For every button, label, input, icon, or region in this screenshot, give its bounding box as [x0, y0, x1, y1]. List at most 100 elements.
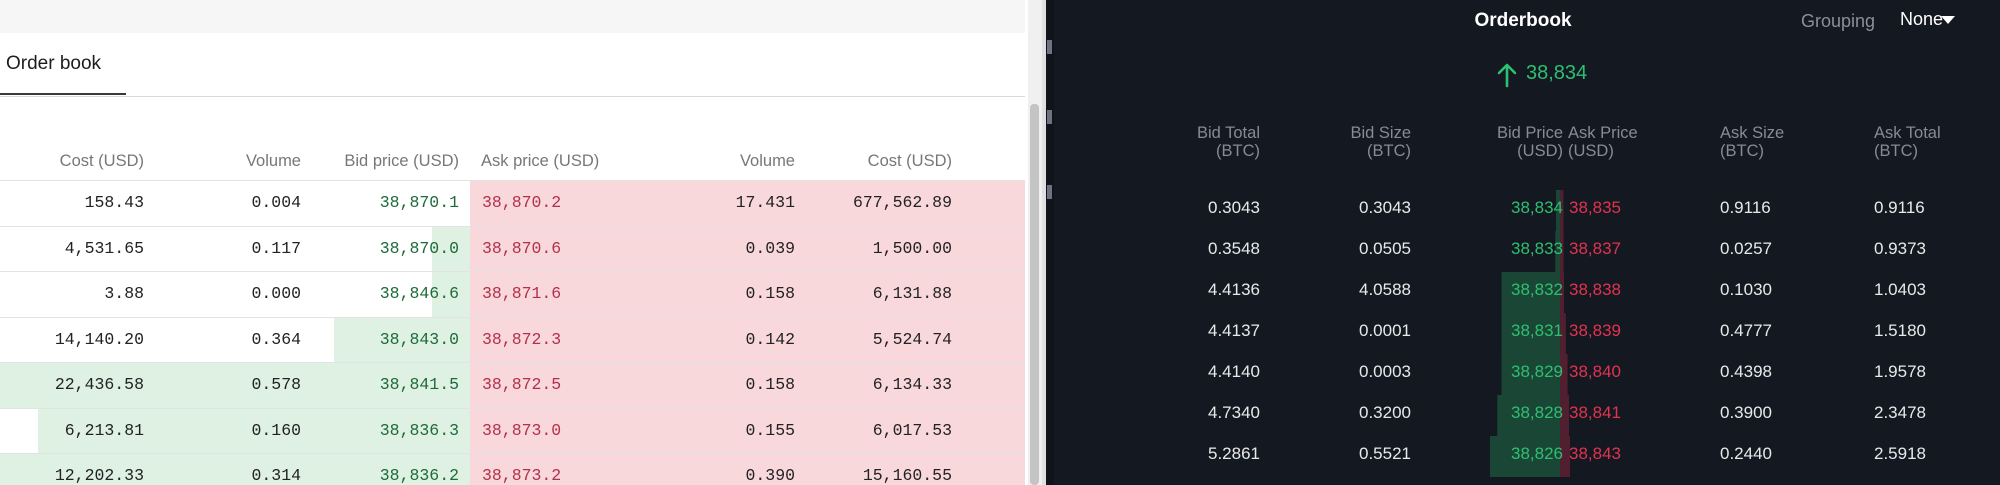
table-row[interactable]: 12,202.33 0.314 38,836.2 38,873.2 0.390 15,16… [0, 453, 1025, 485]
header-bid-price: Bid price (USD) [344, 152, 459, 170]
bid-cost-cell: 3.88 [104, 284, 144, 303]
ask-volume-cell: 0.158 [745, 375, 795, 394]
bid-volume-cell: 0.314 [251, 466, 301, 485]
bid-size-cell: 0.3200 [1359, 403, 1411, 422]
bid-price-cell-dark: 38,826 [1511, 444, 1563, 463]
bid-size-cell: 0.5521 [1359, 444, 1411, 463]
tab-order-book[interactable]: Order book [6, 53, 101, 75]
bid-volume-cell: 0.000 [251, 284, 301, 303]
ask-price-cell: 38,870.2 [482, 193, 562, 212]
ask-volume-cell: 0.158 [745, 284, 795, 303]
header-bid-volume: Volume [245, 152, 301, 170]
ask-price-cell: 38,871.6 [482, 284, 562, 303]
ask-size-cell: 0.3900 [1720, 403, 1772, 422]
bid-total-cell: 4.4136 [1208, 280, 1260, 299]
bid-cost-cell: 14,140.20 [54, 329, 144, 349]
bid-price-cell-dark: 38,829 [1511, 362, 1563, 381]
table-row[interactable]: 14,140.20 0.364 38,843.0 38,872.3 0.142 5,524… [0, 316, 1025, 363]
ask-size-cell: 0.4398 [1720, 362, 1772, 381]
header-bid-cost: Cost (USD) [59, 152, 144, 170]
bid-price-cell: 38,836.2 [379, 466, 459, 485]
ask-price-cell: 38,870.6 [482, 238, 562, 258]
bid-price-cell: 38,846.6 [379, 284, 459, 303]
bid-total-cell: 0.3548 [1208, 239, 1260, 258]
bid-total-cell: 4.4137 [1208, 321, 1260, 340]
tab-bar: Order book [0, 33, 1025, 97]
ask-price-cell-dark: 38,839 [1569, 321, 1621, 340]
ask-price-cell-dark: 38,835 [1569, 198, 1621, 217]
ask-cost-cell: 6,131.88 [872, 284, 952, 303]
chevron-down-icon[interactable] [1941, 16, 1955, 24]
bid-price-cell: 38,836.3 [379, 420, 459, 440]
ask-price-cell-dark: 38,840 [1569, 362, 1621, 381]
bid-cost-cell: 6,213.81 [64, 420, 144, 440]
bid-cost-cell: 12,202.33 [54, 466, 144, 485]
header-bid-size: Bid Size (BTC) [1350, 124, 1411, 160]
ask-volume-cell: 17.431 [735, 193, 795, 212]
ask-cost-cell: 5,524.74 [872, 329, 952, 349]
ask-total-cell: 1.0403 [1874, 280, 1926, 299]
header-ask-price-dark: Ask Price (USD) [1568, 124, 1638, 160]
header-ask-total: Ask Total (BTC) [1874, 124, 1941, 160]
ask-price-cell: 38,872.3 [482, 329, 562, 349]
bid-price-cell-dark: 38,828 [1511, 403, 1563, 422]
ask-total-cell: 1.9578 [1874, 362, 1926, 381]
bid-price-cell-dark: 38,831 [1511, 321, 1563, 340]
order-book-panel-dark: Orderbook Grouping None 38,834 Bid Total… [1046, 0, 2000, 485]
bid-price-cell: 38,841.5 [379, 375, 459, 394]
arrow-up-icon [1497, 63, 1517, 88]
ask-cost-cell: 677,562.89 [852, 193, 952, 212]
ask-cost-cell: 1,500.00 [872, 238, 952, 258]
bid-price-cell-dark: 38,833 [1511, 239, 1563, 258]
ask-volume-cell: 0.142 [745, 329, 795, 349]
ask-price-cell-dark: 38,837 [1569, 239, 1621, 258]
bid-cost-cell: 4,531.65 [64, 238, 144, 258]
ask-total-cell: 0.9373 [1874, 239, 1926, 258]
ask-price-cell: 38,872.5 [482, 375, 562, 394]
ask-volume-cell: 0.155 [745, 420, 795, 440]
table-row[interactable]: 158.43 0.004 38,870.1 38,870.2 17.431 677,562… [0, 180, 1025, 226]
bid-volume-cell: 0.364 [251, 329, 301, 349]
ask-size-cell: 0.0257 [1720, 239, 1772, 258]
order-book-panel-light: Order book Cost (USD) Volume Bid price (… [0, 0, 1025, 485]
header-bid-total: Bid Total (BTC) [1197, 124, 1260, 160]
scrollbar-thumb[interactable] [1030, 104, 1039, 485]
bid-size-cell: 0.0505 [1359, 239, 1411, 258]
ask-cost-cell: 15,160.55 [862, 466, 952, 485]
ask-volume-cell: 0.390 [745, 466, 795, 485]
bid-volume-cell: 0.117 [251, 238, 301, 258]
last-price: 38,834 [1526, 62, 1588, 84]
grouping-select[interactable]: None [1900, 9, 1943, 30]
ask-cost-cell: 6,134.33 [872, 375, 952, 394]
edge-marker [1047, 40, 1052, 54]
bid-price-cell: 38,870.1 [379, 193, 459, 212]
bid-total-cell: 4.7340 [1208, 403, 1260, 422]
table-row[interactable]: 6,213.81 0.160 38,836.3 38,873.0 0.155 6,017.… [0, 407, 1025, 454]
header-ask-volume: Volume [739, 152, 795, 170]
ask-size-cell: 0.9116 [1720, 198, 1771, 217]
bid-size-cell: 0.0001 [1359, 321, 1411, 340]
left-scrollbar[interactable] [1028, 0, 1042, 485]
table-row[interactable]: 3.88 0.000 38,846.6 38,871.6 0.158 6,131.88 [0, 271, 1025, 317]
ask-size-cell: 0.2440 [1720, 444, 1772, 463]
ask-total-cell: 1.5180 [1874, 321, 1926, 340]
bid-volume-cell: 0.160 [251, 420, 301, 440]
grouping-label: Grouping [1801, 11, 1876, 31]
ask-price-cell-dark: 38,838 [1569, 280, 1621, 299]
top-strip [0, 0, 1025, 33]
edge-marker [1047, 185, 1052, 199]
ask-volume-cell: 0.039 [745, 238, 795, 258]
bid-price-cell-dark: 38,834 [1511, 198, 1563, 217]
ask-price-cell-dark: 38,841 [1569, 403, 1621, 422]
edge-marker [1047, 110, 1052, 124]
table-row[interactable]: 22,436.58 0.578 38,841.5 38,872.5 0.158 6,134… [0, 362, 1025, 408]
table-row[interactable]: 4,531.65 0.117 38,870.0 38,870.6 0.039 1,500.… [0, 225, 1025, 272]
bid-total-cell: 5.2861 [1208, 444, 1260, 463]
active-tab-indicator [0, 93, 126, 95]
ask-size-cell: 0.4777 [1720, 321, 1772, 340]
ask-price-cell: 38,873.0 [482, 420, 562, 440]
ask-price-cell: 38,873.2 [482, 466, 562, 485]
bid-total-cell: 4.4140 [1208, 362, 1260, 381]
ask-size-cell: 0.1030 [1720, 280, 1772, 299]
header-bid-price-dark: Bid Price (USD) [1496, 124, 1563, 160]
